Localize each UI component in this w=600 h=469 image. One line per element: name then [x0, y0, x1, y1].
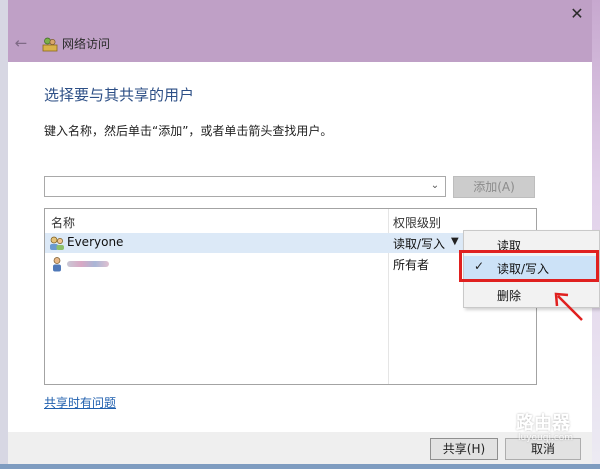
permission-cell[interactable]: 读取/写入: [393, 235, 445, 252]
page-heading: 选择要与其共享的用户: [44, 86, 195, 104]
chevron-down-icon[interactable]: ⌄: [429, 179, 441, 193]
add-button[interactable]: 添加(A): [453, 176, 535, 198]
share-button[interactable]: 共享(H): [430, 438, 498, 460]
network-users-icon: [42, 37, 58, 52]
back-arrow-icon[interactable]: ←: [12, 34, 30, 52]
sharing-help-link[interactable]: 共享时有问题: [44, 394, 116, 411]
router-logo-icon: [493, 411, 513, 431]
title-bar: [8, 0, 592, 62]
watermark-url: luyouqi.com: [518, 433, 574, 443]
annotation-highlight-box: [459, 250, 599, 282]
desktop-background-left: [0, 0, 8, 469]
user-name-combobox[interactable]: ⌄: [44, 176, 446, 197]
user-name-cell: Everyone: [67, 235, 124, 249]
menu-item-label: 删除: [497, 289, 522, 303]
column-header-permission[interactable]: 权限级别: [393, 214, 441, 231]
user-icon: [53, 257, 61, 272]
taskbar-edge: [0, 464, 600, 469]
dropdown-triangle-icon[interactable]: ▼: [451, 236, 459, 247]
permission-cell: 所有者: [393, 258, 430, 272]
instruction-text: 键入名称，然后单击“添加”，或者单击箭头查找用户。: [44, 124, 333, 138]
window-title: 网络访问: [62, 37, 111, 51]
watermark-logo: 路由器 luyouqi.com: [492, 404, 592, 450]
annotation-arrow-icon: [554, 292, 583, 321]
watermark-text: 路由器: [516, 413, 570, 434]
redacted-user-name: [67, 261, 109, 267]
user-group-icon: [50, 236, 64, 250]
close-button[interactable]: ✕: [566, 3, 588, 25]
column-header-name[interactable]: 名称: [51, 214, 75, 231]
